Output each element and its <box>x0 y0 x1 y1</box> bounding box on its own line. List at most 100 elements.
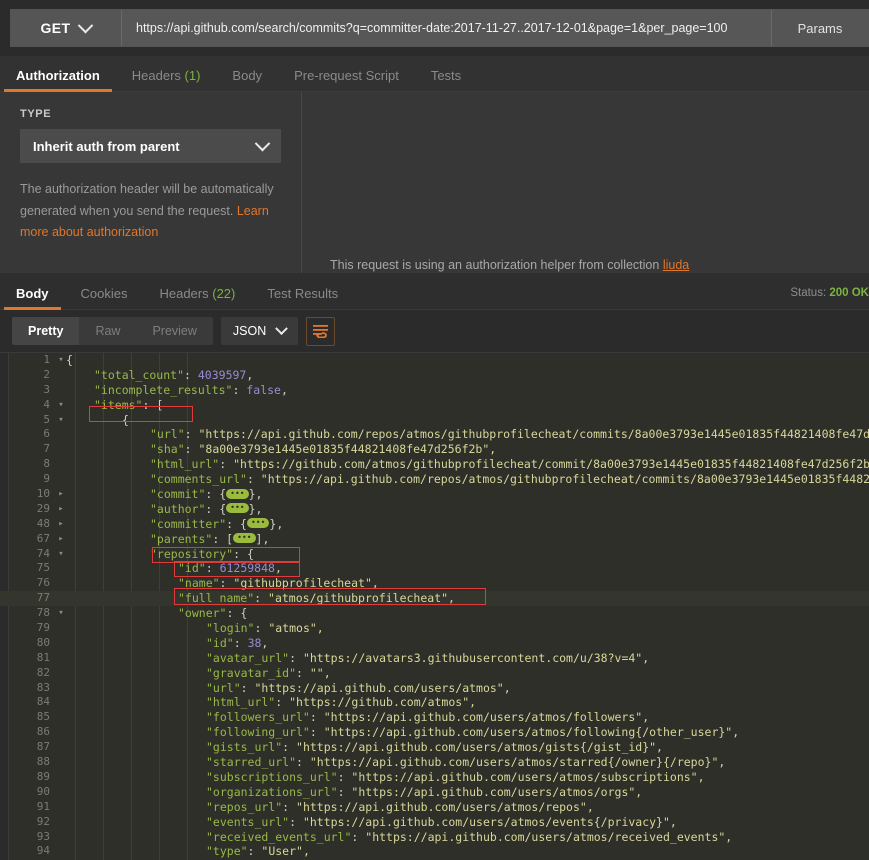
code-line-content: "following_url": "https://api.github.com… <box>66 725 739 740</box>
line-number: 90 <box>36 784 50 798</box>
auth-type-select[interactable]: Inherit auth from parent <box>20 129 281 163</box>
response-tab-cookies[interactable]: Cookies <box>65 287 144 309</box>
code-token: : <box>289 650 303 665</box>
code-token: "User", <box>261 844 310 859</box>
collapsed-region-badge[interactable]: ••• <box>226 503 249 514</box>
code-line: 10 ▸ "commit": {•••}, <box>0 487 869 502</box>
code-line: 82 "gravatar_id": "", <box>0 666 869 681</box>
response-format-select[interactable]: JSON <box>220 317 299 345</box>
code-token: "repository" <box>150 546 234 561</box>
fold-toggle-icon[interactable]: ▾ <box>56 413 66 428</box>
code-token: : [ <box>142 397 164 412</box>
code-token: "https://api.github.com/users/atmos/subs… <box>351 769 705 784</box>
code-token: "url" <box>206 680 241 695</box>
fold-toggle-icon[interactable]: ▸ <box>56 532 66 547</box>
response-body-viewer[interactable]: 1 ▾{2 "total_count": 4039597, 3 "incomplete_… <box>0 352 869 860</box>
tab-headers[interactable]: Headers (1) <box>116 69 217 91</box>
auth-description-text: The authorization header will be automat… <box>20 182 274 218</box>
collapsed-region-badge[interactable]: ••• <box>233 533 256 544</box>
code-token: "id" <box>178 561 206 576</box>
code-token: : <box>184 367 198 382</box>
code-line: 85 "followers_url": "https://api.github.c… <box>0 710 869 725</box>
code-line: 29 ▸ "author": {•••}, <box>0 502 869 517</box>
fold-toggle-icon[interactable]: ▾ <box>56 606 66 621</box>
view-mode-preview[interactable]: Preview <box>136 317 212 345</box>
code-line: 87 "gists_url": "https://api.github.com/u… <box>0 740 869 755</box>
view-mode-pretty-label: Pretty <box>28 324 64 338</box>
line-number: 48 <box>36 516 50 530</box>
code-token: "atmos", <box>268 621 324 636</box>
code-line: 94 "type": "User", <box>0 844 869 859</box>
tab-authorization[interactable]: Authorization <box>0 68 116 92</box>
code-token: "html_url" <box>206 695 276 710</box>
code-token: "https://api.github.com/users/atmos/orgs… <box>351 784 643 799</box>
code-line-content: { <box>66 353 73 368</box>
code-token: 61259848 <box>219 561 275 576</box>
code-token: : <box>275 695 290 710</box>
word-wrap-toggle[interactable] <box>306 316 336 346</box>
code-token: : { <box>233 546 254 561</box>
code-line-content: "owner": { <box>66 606 247 621</box>
line-number: 81 <box>36 650 50 664</box>
tab-tests[interactable]: Tests <box>415 69 477 91</box>
code-line: 80 "id": 38, <box>0 636 869 651</box>
code-line-content: "incomplete_results": false, <box>66 383 288 398</box>
view-mode-raw[interactable]: Raw <box>79 317 136 345</box>
auth-helper-message: This request is using an authorization h… <box>330 258 869 272</box>
authorization-settings: TYPE Inherit auth from parent The author… <box>0 92 302 273</box>
code-token: : <box>351 829 366 844</box>
fold-toggle-icon[interactable]: ▾ <box>56 353 66 368</box>
code-token: "owner" <box>178 606 227 621</box>
fold-toggle-icon[interactable]: ▾ <box>56 547 66 562</box>
code-token: : <box>282 799 297 814</box>
http-method-selector[interactable]: GET <box>11 10 122 46</box>
tab-pre-request-script-label: Pre-request Script <box>294 68 399 83</box>
code-token: "avatar_url" <box>206 650 290 665</box>
tab-body[interactable]: Body <box>216 69 278 91</box>
code-token: : { <box>205 487 227 502</box>
code-line-content: "sha": "8a00e3793e1445e01835f44821408fe4… <box>66 442 496 457</box>
code-token: "githubprofilecheat", <box>233 576 379 591</box>
collapsed-region-badge[interactable]: ••• <box>246 518 270 529</box>
response-tab-test-results[interactable]: Test Results <box>251 287 354 309</box>
tab-pre-request-script[interactable]: Pre-request Script <box>278 69 415 91</box>
response-tab-headers-badge: (22) <box>212 286 236 301</box>
fold-toggle-icon[interactable]: ▸ <box>56 487 66 502</box>
code-line-content: "url": "https://api.github.com/users/atm… <box>66 681 511 696</box>
code-token: }, <box>248 487 263 502</box>
view-mode-pretty[interactable]: Pretty <box>12 317 80 345</box>
response-tab-body[interactable]: Body <box>0 287 65 310</box>
line-number: 86 <box>36 725 50 739</box>
status-label: Status: <box>790 287 827 299</box>
request-url-input[interactable]: https://api.github.com/search/commits?q=… <box>122 10 771 46</box>
code-token: false <box>246 382 281 397</box>
code-token: : <box>246 472 261 487</box>
code-token: "https://github.com/atmos/githubprofilec… <box>233 457 869 472</box>
code-token: : <box>289 814 303 829</box>
code-line: 7 "sha": "8a00e3793e1445e01835f44821408fe… <box>0 442 869 457</box>
auth-helper-collection-link[interactable]: liuda <box>663 258 689 272</box>
params-button[interactable]: Params <box>771 10 868 46</box>
fold-toggle-icon[interactable]: ▾ <box>56 398 66 413</box>
code-token: "id" <box>206 635 234 650</box>
fold-toggle-icon[interactable]: ▸ <box>56 502 66 517</box>
code-line-content: "followers_url": "https://api.github.com… <box>66 710 649 725</box>
code-line-content: "items": [ <box>66 398 163 413</box>
code-line-content: "comments_url": "https://api.github.com/… <box>66 472 869 487</box>
fold-toggle-icon[interactable]: ▸ <box>56 517 66 532</box>
collapsed-region-badge[interactable]: ••• <box>226 488 249 499</box>
line-number: 92 <box>36 814 50 828</box>
json-code-lines: 1 ▾{2 "total_count": 4039597, 3 "incomplete_… <box>0 353 869 860</box>
code-token: : <box>296 665 310 680</box>
line-number: 91 <box>36 799 50 813</box>
line-number: 10 <box>36 487 50 501</box>
tab-authorization-label: Authorization <box>16 68 100 83</box>
line-number: 82 <box>36 665 50 679</box>
code-line: 4 ▾ "items": [ <box>0 398 869 413</box>
response-tab-headers[interactable]: Headers (22) <box>143 287 251 309</box>
code-line: 2 "total_count": 4039597, <box>0 368 869 383</box>
code-line: 93 "received_events_url": "https://api.gi… <box>0 830 869 845</box>
code-line-content: "gists_url": "https://api.github.com/use… <box>66 740 663 755</box>
response-tab-headers-label: Headers <box>159 286 209 301</box>
code-line: 67 ▸ "parents": [•••], <box>0 532 869 547</box>
